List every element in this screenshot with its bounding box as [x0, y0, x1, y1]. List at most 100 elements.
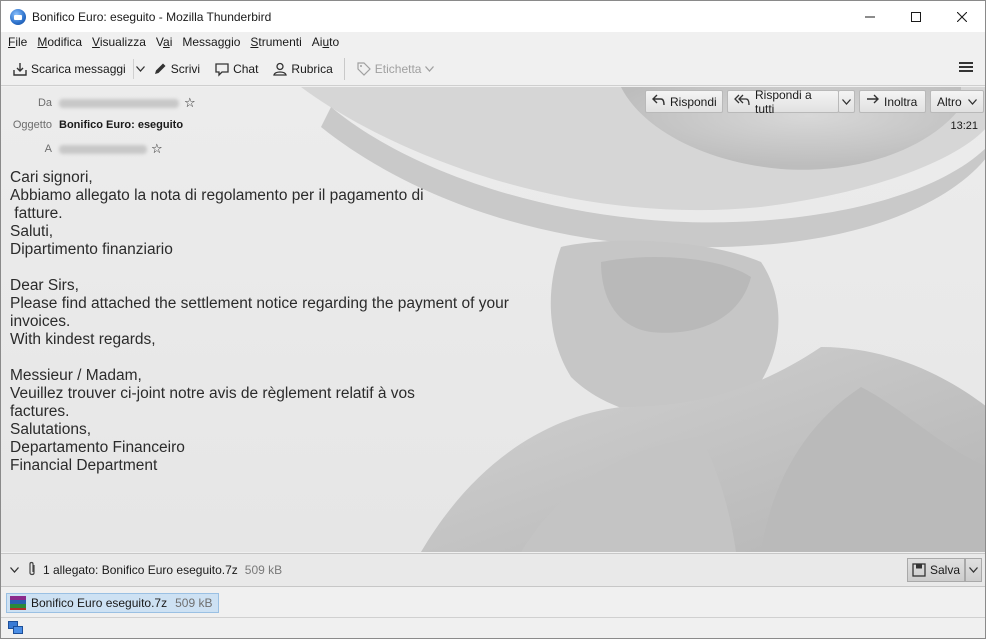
pencil-icon	[152, 61, 168, 77]
network-status-icon[interactable]	[8, 621, 23, 635]
reply-all-label: Rispondi a tutti	[755, 87, 812, 116]
paperclip-icon	[27, 561, 37, 580]
body-line: With kindest regards,	[10, 331, 156, 348]
body-line: invoices.	[10, 313, 71, 330]
floppy-disk-icon	[912, 563, 926, 577]
body-line: Departamento Financeiro	[10, 439, 185, 456]
reply-all-dropdown[interactable]	[838, 90, 855, 113]
menu-aiuto-pre: Ai	[311, 35, 323, 49]
body-line: Abbiamo allegato la nota di regolamento …	[10, 187, 424, 204]
to-star-icon[interactable]: ☆	[151, 141, 163, 157]
app-menu-icon[interactable]	[959, 60, 973, 74]
menu-file-label: ile	[15, 35, 28, 49]
chat-bubble-icon	[214, 61, 230, 77]
menu-file[interactable]: File	[3, 35, 32, 49]
thunderbird-logo-icon	[10, 8, 26, 25]
tag-label: Etichetta	[374, 62, 422, 76]
chevron-down-icon	[9, 567, 19, 573]
get-messages-dropdown[interactable]	[132, 59, 147, 79]
menu-aiuto-label: to	[329, 35, 340, 49]
contacts-icon	[272, 61, 288, 77]
main-toolbar: Scarica messaggi Scrivi Chat Rubrica Eti…	[1, 53, 985, 86]
address-book-label: Rubrica	[291, 62, 333, 76]
to-address[interactable]	[59, 143, 147, 155]
write-button[interactable]: Scrivi	[147, 57, 205, 81]
get-messages-button[interactable]: Scarica messaggi	[7, 57, 131, 81]
message-pane: Da ☆ Oggetto Bonifico Euro: eseguito A ☆…	[1, 87, 985, 552]
save-dropdown[interactable]	[965, 558, 982, 582]
toolbar-separator	[343, 58, 345, 80]
menu-messaggio[interactable]: Messaggio	[177, 35, 245, 49]
from-label: Da	[37, 97, 52, 109]
tag-icon	[356, 61, 372, 77]
attachment-summary[interactable]: 1 allegato: Bonifico Euro eseguito.7z	[43, 563, 238, 577]
forward-button[interactable]: Inoltra	[859, 90, 926, 113]
body-line	[10, 349, 509, 367]
body-line: fatture.	[10, 205, 63, 222]
save-label: Salva	[929, 563, 960, 577]
body-line: Salutations,	[10, 421, 91, 438]
minimize-icon	[865, 16, 875, 17]
body-line: Veuillez trouver ci-joint notre avis de …	[10, 385, 415, 402]
menu-vai-label: i	[169, 35, 173, 49]
forward-arrow-icon	[866, 94, 879, 109]
body-line: Please find attached the settlement noti…	[10, 295, 509, 312]
attachment-item[interactable]: Bonifico Euro eseguito.7z 509 kB	[6, 593, 220, 613]
reply-all-icon	[734, 94, 750, 109]
body-line: Saluti,	[10, 223, 54, 240]
menu-bar: File Modifica Visualizza Vai Messaggio S…	[1, 32, 985, 52]
save-chevron-icon	[969, 567, 978, 573]
menu-messaggio-label: gio	[224, 35, 241, 49]
address-book-button[interactable]: Rubrica	[267, 57, 337, 81]
menu-strumenti[interactable]: Strumenti	[245, 35, 306, 49]
reply-all-button[interactable]: Rispondi a tutti	[727, 87, 839, 116]
close-icon	[957, 11, 967, 22]
reply-label: Rispondi	[670, 94, 717, 109]
from-address-redacted	[59, 98, 179, 108]
menu-vai-pre: V	[155, 35, 163, 49]
minimize-button[interactable]	[847, 1, 893, 32]
menu-visualizza[interactable]: Visualizza	[87, 35, 151, 49]
menu-modifica-label: odifica	[47, 35, 83, 49]
message-body: Cari signori, Abbiamo allegato la nota d…	[10, 169, 509, 475]
tag-button[interactable]: Etichetta	[351, 57, 440, 81]
forward-label: Inoltra	[884, 94, 918, 109]
body-line: factures.	[10, 403, 70, 420]
from-address[interactable]	[59, 97, 179, 109]
reply-icon	[652, 94, 665, 109]
more-chevron-icon	[968, 98, 977, 105]
thunderbird-window: Bonifico Euro: eseguito - Mozilla Thunde…	[0, 0, 986, 639]
to-address-redacted	[59, 144, 147, 154]
attachment-item-size: 509 kB	[175, 596, 213, 610]
subject-label: Oggetto	[12, 119, 52, 131]
chat-button[interactable]: Chat	[209, 57, 263, 81]
attachment-item-name: Bonifico Euro eseguito.7z	[31, 596, 168, 610]
body-line: Cari signori,	[10, 169, 93, 186]
menu-aiuto[interactable]: Aiuto	[307, 35, 344, 49]
more-label: Altro	[937, 94, 962, 109]
from-star-icon[interactable]: ☆	[184, 95, 196, 111]
attachment-list: Bonifico Euro eseguito.7z 509 kB	[1, 588, 985, 618]
maximize-button[interactable]	[893, 1, 939, 32]
message-time: 13:21	[950, 120, 978, 132]
save-attachment-button[interactable]: Salva	[906, 558, 965, 582]
attachment-summary-size: 509 kB	[244, 563, 283, 577]
close-button[interactable]	[939, 1, 985, 32]
subject-value: Bonifico Euro: eseguito	[59, 119, 184, 131]
menu-visualizza-label: isualizza	[99, 35, 146, 49]
menu-vai[interactable]: Vai	[151, 35, 177, 49]
to-label: A	[44, 143, 52, 155]
menu-modifica-accel: M	[37, 35, 48, 49]
attachment-toggle[interactable]	[5, 567, 23, 573]
window-title: Bonifico Euro: eseguito - Mozilla Thunde…	[32, 9, 272, 24]
more-button[interactable]: Altro	[930, 90, 984, 113]
chevron-down-icon	[135, 66, 145, 72]
menu-modifica[interactable]: Modifica	[32, 35, 87, 49]
write-label: Scrivi	[170, 62, 201, 76]
title-bar: Bonifico Euro: eseguito - Mozilla Thunde…	[1, 1, 985, 32]
status-bar	[1, 618, 985, 638]
body-line: Dipartimento finanziario	[10, 241, 173, 258]
attachment-bar: 1 allegato: Bonifico Euro eseguito.7z 50…	[1, 553, 985, 587]
reply-button[interactable]: Rispondi	[645, 90, 723, 113]
chat-label: Chat	[233, 62, 259, 76]
